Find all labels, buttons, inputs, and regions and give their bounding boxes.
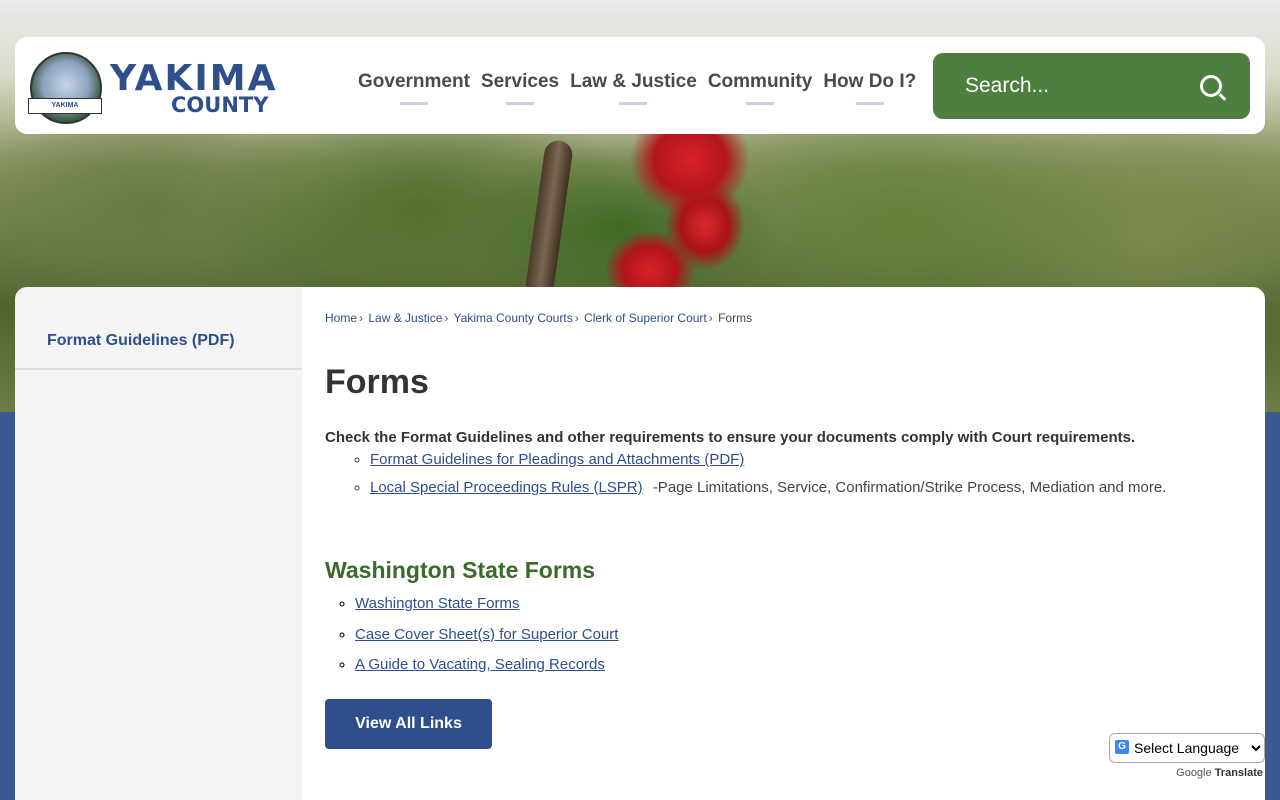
breadcrumb-courts[interactable]: Yakima County Courts: [454, 311, 573, 325]
list-item: Case Cover Sheet(s) for Superior Court: [355, 623, 618, 654]
lspr-description: -Page Limitations, Service, Confirmation…: [652, 479, 1167, 496]
nav-how-do-i[interactable]: How Do I?: [823, 71, 916, 105]
branch-image: [524, 138, 574, 302]
list-item: Local Special Proceedings Rules (LSPR) -…: [370, 476, 1166, 504]
breadcrumb-current: Forms: [718, 311, 753, 325]
sidebar-item-format-guidelines[interactable]: Format Guidelines (PDF): [15, 287, 302, 370]
search-box: [933, 53, 1250, 119]
main-nav: Government Services Law & Justice Commun…: [358, 71, 916, 105]
washington-forms-link[interactable]: Washington State Forms: [355, 595, 520, 612]
nav-underline: [746, 102, 775, 105]
translate-label: Translate: [1214, 767, 1263, 779]
breadcrumb-separator: ›: [444, 311, 449, 325]
seal-banner: YAKIMA: [28, 98, 102, 114]
county-logo[interactable]: YAKIMA YAKIMA COUNTY: [28, 52, 350, 124]
list-item: Format Guidelines for Pleadings and Atta…: [370, 448, 1166, 476]
vacating-records-link[interactable]: A Guide to Vacating, Sealing Records: [355, 656, 605, 673]
sidebar-item-label: Format Guidelines (PDF): [47, 332, 235, 349]
nav-underline: [399, 102, 428, 105]
breadcrumb-law-justice[interactable]: Law & Justice: [368, 311, 442, 325]
breadcrumb-home[interactable]: Home: [325, 311, 357, 325]
section-heading: Washington State Forms: [325, 557, 596, 583]
powered-by-google: Google Translate: [1176, 767, 1263, 779]
nav-label: Services: [480, 71, 560, 92]
case-cover-link[interactable]: Case Cover Sheet(s) for Superior Court: [355, 626, 618, 643]
breadcrumb-clerk[interactable]: Clerk of Superior Court: [584, 311, 707, 325]
nav-underline: [855, 102, 884, 105]
nav-services[interactable]: Services: [481, 71, 559, 105]
nav-label: Government: [358, 71, 470, 92]
intro-text: Check the Format Guidelines and other re…: [325, 429, 1136, 446]
sidebar: Format Guidelines (PDF): [15, 287, 302, 800]
google-translate-icon: G: [1115, 740, 1129, 754]
state-forms-list: Washington State Forms Case Cover Sheet(…: [325, 592, 618, 684]
search-input[interactable]: [963, 73, 1187, 99]
breadcrumb-separator: ›: [574, 311, 579, 325]
list-item: A Guide to Vacating, Sealing Records: [355, 653, 618, 684]
search-icon[interactable]: [1200, 75, 1222, 97]
breadcrumb-separator: ›: [708, 311, 713, 325]
lspr-link[interactable]: Local Special Proceedings Rules (LSPR): [370, 479, 643, 496]
nav-label: Law & Justice: [570, 71, 697, 92]
guidelines-list: Format Guidelines for Pleadings and Atta…: [325, 448, 1166, 504]
nav-label: How Do I?: [823, 71, 917, 92]
nav-community[interactable]: Community: [707, 71, 813, 105]
nav-government[interactable]: Government: [358, 71, 470, 105]
language-select[interactable]: Select Language: [1109, 733, 1265, 763]
google-label: Google: [1176, 767, 1212, 779]
nav-label: Community: [707, 71, 813, 92]
nav-law-justice[interactable]: Law & Justice: [570, 71, 697, 105]
format-guidelines-link[interactable]: Format Guidelines for Pleadings and Atta…: [370, 451, 744, 468]
nav-underline: [619, 102, 648, 105]
site-header: YAKIMA YAKIMA COUNTY Government Services…: [15, 37, 1265, 134]
list-item: Washington State Forms: [355, 592, 618, 623]
county-seal-icon: YAKIMA: [28, 52, 102, 124]
logo-subtitle: COUNTY: [171, 93, 269, 117]
nav-underline: [506, 102, 535, 105]
main-content: Home › Law & Justice › Yakima County Court…: [302, 287, 1265, 800]
breadcrumb-separator: ›: [359, 311, 364, 325]
translate-widget: Select Language G Google Translate: [1109, 733, 1265, 779]
breadcrumb: Home › Law & Justice › Yakima County Court…: [325, 311, 752, 325]
view-all-links-button[interactable]: View All Links: [325, 699, 492, 749]
page-title: Forms: [325, 363, 429, 401]
